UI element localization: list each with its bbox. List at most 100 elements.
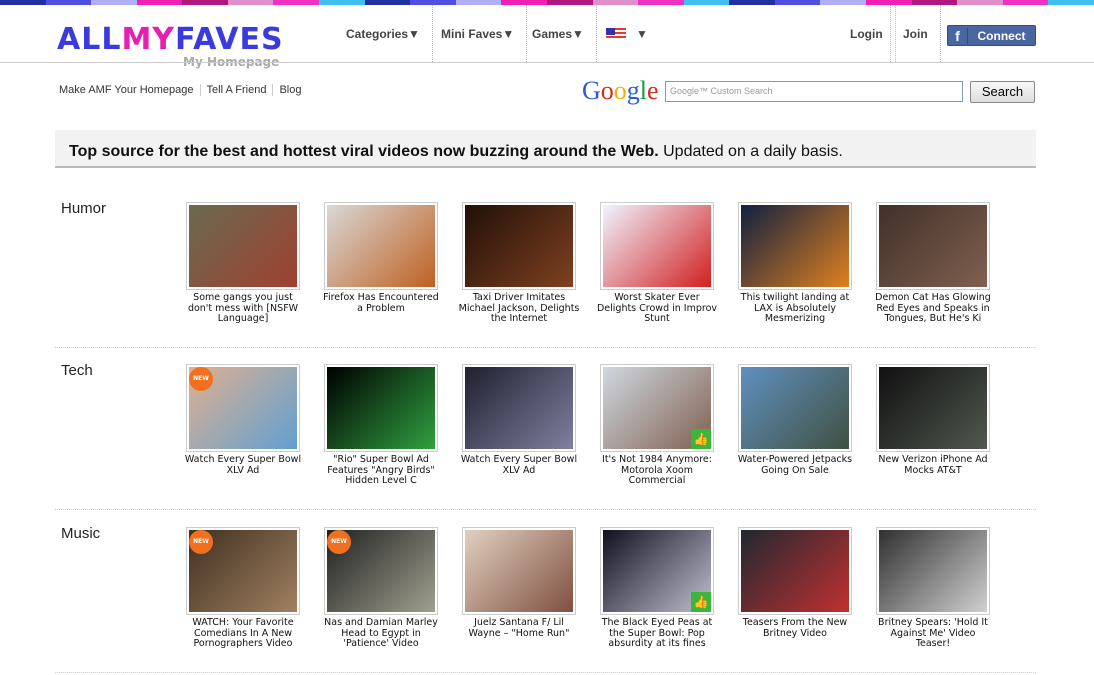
search-input[interactable]: Google™ Custom Search bbox=[665, 81, 963, 102]
video-thumbnail[interactable]: 👍 bbox=[600, 364, 714, 452]
video-caption[interactable]: This twilight landing at LAX is Absolute… bbox=[734, 292, 856, 325]
video-thumbnail[interactable]: NEW bbox=[324, 527, 438, 615]
video-item[interactable]: Teasers From the New Britney Video bbox=[738, 527, 868, 639]
make-homepage-link[interactable]: Make AMF Your Homepage bbox=[59, 84, 200, 96]
category-label[interactable]: Tech bbox=[61, 362, 93, 379]
category-label[interactable]: Music bbox=[61, 525, 100, 542]
video-thumbnail[interactable] bbox=[738, 202, 852, 290]
video-item[interactable]: Demon Cat Has Glowing Red Eyes and Speak… bbox=[875, 202, 1006, 325]
nav-mini-faves[interactable]: Mini Faves▼ bbox=[429, 5, 528, 62]
stripe-segment bbox=[1002, 0, 1049, 5]
facebook-connect-button[interactable]: f Connect bbox=[947, 25, 1036, 46]
video-thumbnail[interactable] bbox=[738, 527, 852, 615]
video-item[interactable]: This twilight landing at LAX is Absolute… bbox=[738, 202, 868, 325]
video-thumbnail[interactable]: 👍 bbox=[600, 527, 714, 615]
category-row-tech: Tech NEW Watch Every Super Bowl XLV Ad "Rio… bbox=[55, 348, 1036, 510]
video-item[interactable]: Taxi Driver Imitates Michael Jackson, De… bbox=[459, 202, 592, 325]
video-caption[interactable]: Some gangs you just don't mess with [NSF… bbox=[182, 292, 304, 325]
banner-rest: Updated on a daily basis. bbox=[658, 143, 843, 160]
thumbnail-image bbox=[327, 205, 435, 287]
video-thumbnail[interactable] bbox=[876, 527, 990, 615]
stripe-segment bbox=[729, 0, 775, 5]
logo[interactable]: ALLMYFAVES bbox=[57, 22, 284, 57]
video-thumbnail[interactable] bbox=[462, 527, 576, 615]
video-caption[interactable]: Juelz Santana F/ Lil Wayne – "Home Run" bbox=[458, 617, 580, 639]
join-label: Join bbox=[903, 26, 928, 41]
sub-links: Make AMF Your Homepage Tell A Friend Blo… bbox=[59, 84, 307, 96]
video-caption[interactable]: New Verizon iPhone Ad Mocks AT&T bbox=[872, 454, 994, 476]
video-item[interactable]: New Verizon iPhone Ad Mocks AT&T bbox=[876, 364, 1006, 476]
thumbnail-image bbox=[327, 367, 435, 449]
thumbs-up-icon: 👍 bbox=[691, 592, 711, 612]
nav-label: Games▼ bbox=[532, 26, 584, 41]
category-label[interactable]: Humor bbox=[61, 200, 106, 217]
video-item[interactable]: Water-Powered Jetpacks Going On Sale bbox=[738, 364, 868, 476]
video-thumbnail[interactable] bbox=[186, 202, 300, 290]
thumbnail-image bbox=[603, 205, 711, 287]
tell-friend-link[interactable]: Tell A Friend bbox=[199, 84, 273, 96]
video-thumbnail[interactable] bbox=[876, 202, 990, 290]
us-flag-icon bbox=[606, 27, 626, 40]
video-item[interactable]: Britney Spears: 'Hold It Against Me' Vid… bbox=[876, 527, 1006, 650]
thumbnail-image bbox=[879, 205, 987, 287]
video-item[interactable]: NEW Watch Every Super Bowl XLV Ad bbox=[185, 364, 316, 476]
video-item[interactable]: Worst Skater Ever Delights Crowd in Impr… bbox=[597, 202, 730, 325]
video-caption[interactable]: Watch Every Super Bowl XLV Ad bbox=[458, 454, 580, 476]
video-caption[interactable]: Britney Spears: 'Hold It Against Me' Vid… bbox=[872, 617, 994, 650]
video-caption[interactable]: The Black Eyed Peas at the Super Bowl: P… bbox=[596, 617, 718, 650]
stripe-segment bbox=[273, 0, 320, 5]
nav-label: Categories▼ bbox=[346, 26, 420, 41]
video-caption[interactable]: It's Not 1984 Anymore: Motorola Xoom Com… bbox=[596, 454, 718, 487]
video-thumbnail[interactable] bbox=[876, 364, 990, 452]
video-item[interactable]: Firefox Has Encountered a Problem bbox=[323, 202, 454, 314]
blog-link[interactable]: Blog bbox=[272, 84, 307, 96]
video-item[interactable]: 👍 It's Not 1984 Anymore: Motorola Xoom Co… bbox=[600, 364, 730, 487]
video-item[interactable]: NEW WATCH: Your Favorite Comedians In A N… bbox=[186, 527, 316, 650]
video-item[interactable]: Watch Every Super Bowl XLV Ad bbox=[461, 364, 592, 476]
thumbnail-image bbox=[741, 205, 849, 287]
video-item[interactable]: Some gangs you just don't mess with [NSF… bbox=[186, 202, 316, 325]
video-thumbnail[interactable] bbox=[324, 202, 438, 290]
new-badge: NEW bbox=[189, 530, 213, 554]
video-thumbnail[interactable] bbox=[462, 202, 576, 290]
thumbnail-image bbox=[741, 367, 849, 449]
video-caption[interactable]: "Rio" Super Bowl Ad Features "Angry Bird… bbox=[320, 454, 442, 487]
connect-label: Connect bbox=[977, 28, 1026, 43]
video-caption[interactable]: Teasers From the New Britney Video bbox=[734, 617, 856, 639]
nav-label: ▼ bbox=[636, 26, 648, 41]
video-caption[interactable]: Demon Cat Has Glowing Red Eyes and Speak… bbox=[872, 292, 994, 325]
stripe-segment bbox=[0, 0, 46, 5]
video-caption[interactable]: Nas and Damian Marley Head to Egypt in '… bbox=[320, 617, 442, 650]
login-link[interactable]: Login bbox=[838, 5, 896, 62]
video-thumbnail[interactable] bbox=[600, 202, 714, 290]
stripe-segment bbox=[227, 0, 274, 5]
nav-games[interactable]: Games▼ bbox=[520, 5, 597, 62]
video-caption[interactable]: Firefox Has Encountered a Problem bbox=[320, 292, 442, 314]
login-label: Login bbox=[850, 26, 883, 41]
stripe-segment bbox=[91, 0, 137, 5]
video-caption[interactable]: Taxi Driver Imitates Michael Jackson, De… bbox=[458, 292, 580, 325]
search-button[interactable]: Search bbox=[970, 81, 1035, 103]
video-caption[interactable]: Water-Powered Jetpacks Going On Sale bbox=[734, 454, 856, 476]
video-thumbnail[interactable]: NEW bbox=[186, 364, 300, 452]
nav-language[interactable]: ▼ bbox=[594, 5, 660, 62]
logo-my: MY bbox=[121, 22, 176, 57]
video-thumbnail[interactable] bbox=[462, 364, 576, 452]
video-caption[interactable]: WATCH: Your Favorite Comedians In A New … bbox=[182, 617, 304, 650]
nav-categories[interactable]: Categories▼ bbox=[334, 5, 433, 62]
video-item[interactable]: NEW Nas and Damian Marley Head to Egypt i… bbox=[324, 527, 454, 650]
video-thumbnail[interactable] bbox=[324, 364, 438, 452]
banner-bold: Top source for the best and hottest vira… bbox=[69, 143, 659, 160]
thumbnail-image bbox=[741, 530, 849, 612]
video-item[interactable]: "Rio" Super Bowl Ad Features "Angry Bird… bbox=[324, 364, 454, 487]
video-item[interactable]: 👍 The Black Eyed Peas at the Super Bowl: … bbox=[600, 527, 730, 650]
thumbnail-image bbox=[465, 530, 573, 612]
video-thumbnail[interactable] bbox=[738, 364, 852, 452]
video-caption[interactable]: Worst Skater Ever Delights Crowd in Impr… bbox=[596, 292, 718, 325]
video-caption[interactable]: Watch Every Super Bowl XLV Ad bbox=[182, 454, 304, 476]
video-item[interactable]: Juelz Santana F/ Lil Wayne – "Home Run" bbox=[462, 527, 592, 639]
header-divider bbox=[0, 62, 1094, 63]
category-row-humor: Humor Some gangs you just don't mess with… bbox=[55, 186, 1036, 348]
join-link[interactable]: Join bbox=[890, 5, 941, 62]
video-thumbnail[interactable]: NEW bbox=[186, 527, 300, 615]
